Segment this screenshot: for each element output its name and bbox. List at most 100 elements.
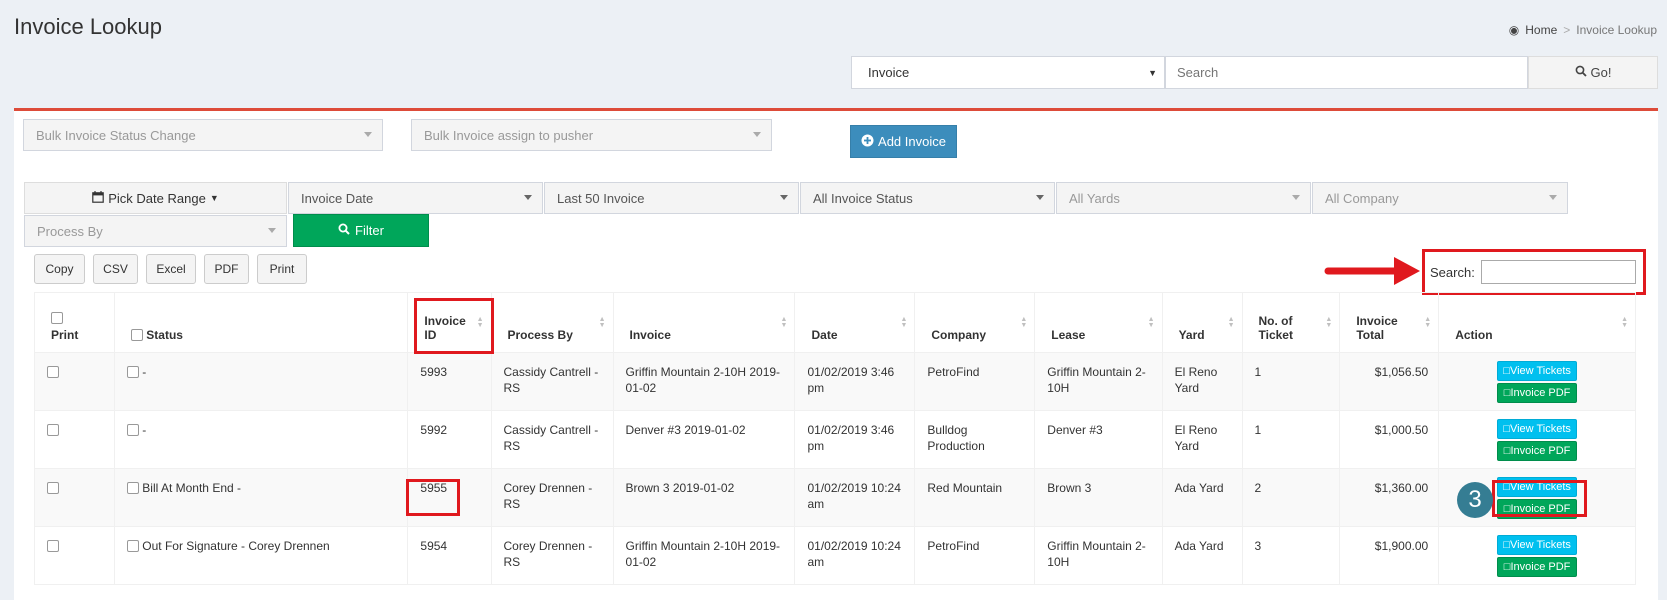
col-date[interactable]: Date ▲ ▼ <box>794 292 916 353</box>
company-cell: PetroFind <box>914 352 1036 411</box>
bulk-assign-select[interactable]: Bulk Invoice assign to pusher <box>411 119 772 151</box>
csv-button[interactable]: CSV <box>93 254 138 284</box>
table-search-input[interactable] <box>1480 260 1636 284</box>
view-tickets-button[interactable]: □View Tickets <box>1497 361 1578 381</box>
invoice-id-cell-highlight <box>406 479 460 516</box>
col-yard[interactable]: Yard ▲ ▼ <box>1161 292 1243 353</box>
print-button[interactable]: Print <box>257 254 307 284</box>
col-process-by-label: Process By <box>507 328 573 342</box>
sort-icon: ▲ ▼ <box>1227 316 1235 329</box>
col-total[interactable]: Invoice Total ▲ ▼ <box>1339 292 1440 353</box>
chevron-down-icon <box>1292 195 1300 200</box>
sort-icon: ▲ ▼ <box>1020 316 1028 329</box>
date-range-button[interactable]: Pick Date Range ▼ <box>24 182 287 214</box>
date-cell: 01/02/2019 10:24 am <box>794 468 916 527</box>
invoice-pdf-label: Invoice PDF <box>1510 387 1571 399</box>
dashboard-icon: ◉ <box>1508 23 1520 37</box>
status-checkbox[interactable] <box>126 366 139 378</box>
print-checkbox[interactable] <box>47 540 59 552</box>
excel-button[interactable]: Excel <box>146 254 196 284</box>
chevron-down-icon <box>753 132 761 137</box>
col-company[interactable]: Company ▲ ▼ <box>914 292 1036 353</box>
total-cell: $1,056.50 <box>1339 352 1440 411</box>
action-cell: □View Tickets □Invoice PDF <box>1438 352 1636 411</box>
print-checkbox[interactable] <box>47 482 59 494</box>
search-type-select[interactable]: Invoice ▼ <box>851 56 1165 89</box>
status-cell: Out For Signature - Corey Drennen <box>113 526 409 585</box>
yard-cell: Ada Yard <box>1161 526 1243 585</box>
status-checkbox[interactable] <box>126 482 139 494</box>
col-company-label: Company <box>931 328 987 342</box>
calendar-icon <box>92 190 105 206</box>
status-cell: - <box>113 352 409 411</box>
col-lease[interactable]: Lease ▲ ▼ <box>1034 292 1163 353</box>
col-tickets[interactable]: No. of Ticket ▲ ▼ <box>1241 292 1341 353</box>
print-checkbox[interactable] <box>47 366 59 378</box>
lease-cell: Griffin Mountain 2-10H <box>1034 526 1163 585</box>
file-icon: □ <box>1503 365 1510 377</box>
yards-select[interactable]: All Yards <box>1056 182 1311 214</box>
lease-cell: Griffin Mountain 2-10H <box>1034 352 1163 411</box>
date-cell: 01/02/2019 3:46 pm <box>794 352 916 411</box>
copy-button[interactable]: Copy <box>34 254 85 284</box>
invoice-status-value: All Invoice Status <box>813 191 913 206</box>
process-by-select[interactable]: Process By <box>24 215 287 247</box>
invoice-limit-select[interactable]: Last 50 Invoice <box>544 182 799 214</box>
chevron-down-icon <box>1036 195 1044 200</box>
tickets-cell: 1 <box>1241 352 1341 411</box>
select-all-checkbox[interactable] <box>51 312 63 324</box>
company-cell: Bulldog Production <box>914 410 1036 469</box>
bulk-status-select[interactable]: Bulk Invoice Status Change <box>23 119 383 151</box>
print-cell <box>34 468 115 527</box>
breadcrumb-current: Invoice Lookup <box>1576 23 1657 37</box>
company-select[interactable]: All Company <box>1312 182 1568 214</box>
view-tickets-button[interactable]: □View Tickets <box>1497 419 1578 439</box>
go-button[interactable]: Go! <box>1528 56 1658 89</box>
print-checkbox[interactable] <box>47 424 59 436</box>
col-status[interactable]: Status <box>113 292 409 353</box>
process-by-value: Process By <box>37 224 103 239</box>
pdf-button[interactable]: PDF <box>204 254 249 284</box>
view-tickets-label: View Tickets <box>1509 423 1571 435</box>
go-button-label: Go! <box>1590 65 1612 80</box>
invoice-id-cell: 5954 <box>407 526 492 585</box>
date-type-select[interactable]: Invoice Date <box>288 182 543 214</box>
date-cell: 01/02/2019 10:24 am <box>794 526 916 585</box>
col-invoice[interactable]: Invoice ▲ ▼ <box>612 292 796 353</box>
col-lease-label: Lease <box>1051 328 1086 342</box>
sort-icon: ▲ ▼ <box>1325 316 1333 329</box>
filter-button[interactable]: Filter <box>293 214 429 247</box>
sort-icon: ▲ ▼ <box>598 316 606 329</box>
total-cell: $1,900.00 <box>1339 526 1440 585</box>
company-value: All Company <box>1325 191 1399 206</box>
tickets-cell: 1 <box>1241 410 1341 469</box>
invoice-pdf-button[interactable]: □Invoice PDF <box>1497 383 1578 403</box>
bulk-assign-label: Bulk Invoice assign to pusher <box>424 128 594 143</box>
invoice-pdf-button[interactable]: □Invoice PDF <box>1497 557 1578 577</box>
top-search-bar: Invoice ▼ Go! <box>851 56 1658 89</box>
invoice-id-cell: 5993 <box>407 352 492 411</box>
invoice-cell: Griffin Mountain 2-10H 2019-01-02 <box>612 526 796 585</box>
invoice-status-select[interactable]: All Invoice Status <box>800 182 1055 214</box>
col-action[interactable]: Action ▲ ▼ <box>1438 292 1636 353</box>
view-tickets-button[interactable]: □View Tickets <box>1497 535 1578 555</box>
status-checkbox[interactable] <box>126 540 139 552</box>
top-search-input[interactable] <box>1165 56 1528 89</box>
process-by-cell: Corey Drennen - RS <box>490 526 614 585</box>
invoice-cell: Griffin Mountain 2-10H 2019-01-02 <box>612 352 796 411</box>
sort-icon: ▲ ▼ <box>780 316 788 329</box>
col-print[interactable]: Print <box>34 292 115 353</box>
status-checkbox[interactable] <box>126 424 139 436</box>
chevron-down-icon: ▼ <box>1148 68 1157 78</box>
col-process-by[interactable]: Process By ▲ ▼ <box>490 292 614 353</box>
invoice-cell: Brown 3 2019-01-02 <box>612 468 796 527</box>
breadcrumb-home[interactable]: Home <box>1525 23 1557 37</box>
yards-value: All Yards <box>1069 191 1120 206</box>
status-all-checkbox[interactable] <box>130 329 143 341</box>
table-row: - 5993 Cassidy Cantrell - RS Griffin Mou… <box>34 352 1636 411</box>
invoice-pdf-button[interactable]: □Invoice PDF <box>1497 441 1578 461</box>
add-invoice-button[interactable]: Add Invoice <box>850 125 957 158</box>
table-row: Out For Signature - Corey Drennen 5954 C… <box>34 526 1636 585</box>
company-cell: Red Mountain <box>914 468 1036 527</box>
invoice-pdf-label: Invoice PDF <box>1510 445 1571 457</box>
